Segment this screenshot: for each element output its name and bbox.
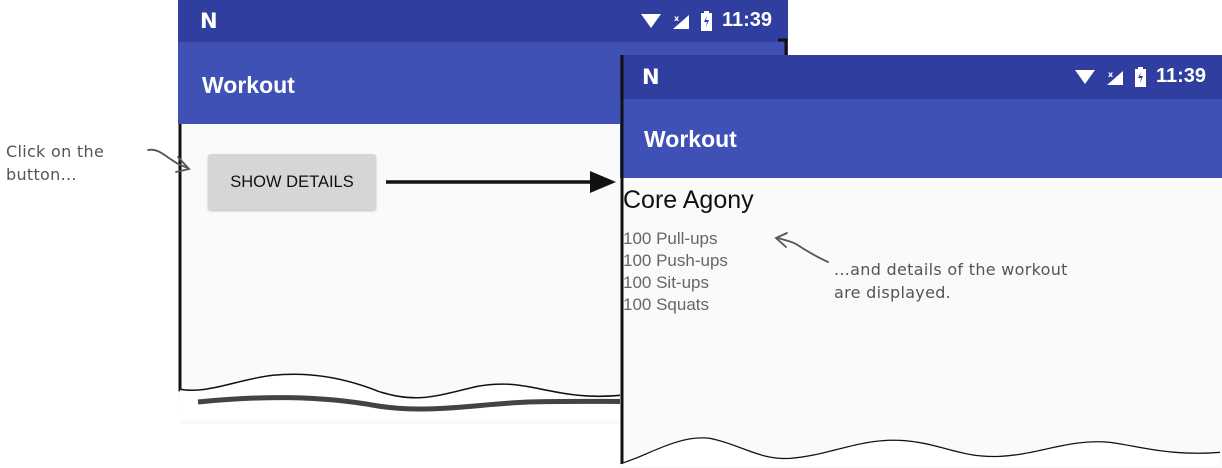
annotation-details-displayed: ...and details of the workout are displa… (834, 260, 1068, 302)
annotation-click-button: Click on the button... (6, 142, 105, 184)
